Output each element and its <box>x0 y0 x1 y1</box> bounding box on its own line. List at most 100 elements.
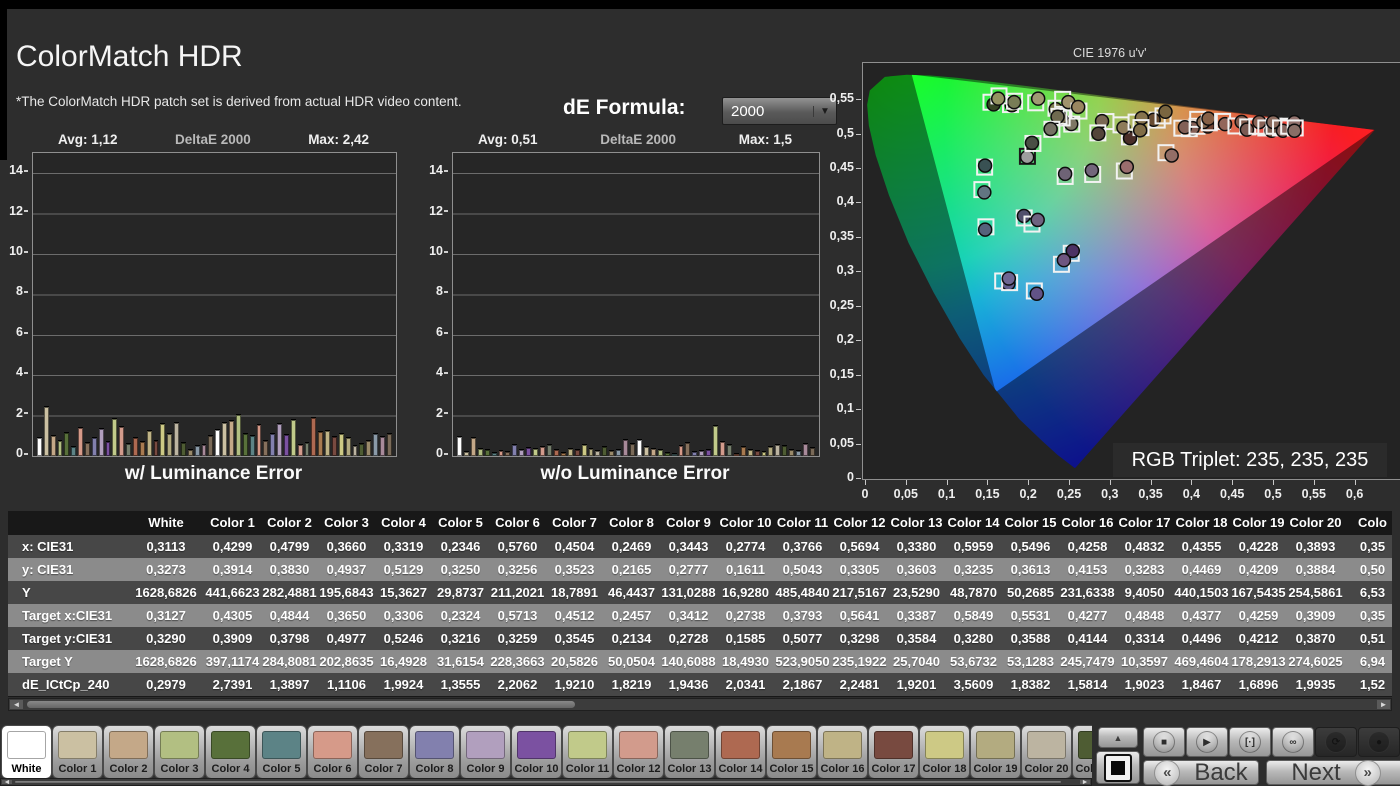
table-cell: 0,35 <box>1359 539 1386 554</box>
table-cell: 23,5290 <box>893 585 940 600</box>
bar <box>98 427 104 456</box>
patch-label: Color 2 <box>109 763 148 775</box>
y-axis-tick-label: 2 <box>422 406 448 420</box>
table-cell: 0,4277 <box>1067 608 1108 623</box>
patch-tab-color-8[interactable]: Color 8 <box>410 726 459 778</box>
bar <box>498 449 504 456</box>
table-column-header: Color 9 <box>666 515 711 530</box>
patch-label: Color 9 <box>466 763 505 775</box>
table-row: Target y:CIE31 0,3290 0,3909 0,3798 0,4977 0,… <box>8 627 1392 650</box>
patch-tab-color-10[interactable]: Color 10 <box>512 726 561 778</box>
table-scroll-right-icon[interactable]: ► <box>1377 700 1390 709</box>
stop-button[interactable]: ■ <box>1143 727 1185 757</box>
table-cell: 0,50 <box>1359 562 1386 577</box>
cie-y-tick-label: 0,15 <box>829 366 854 381</box>
table-cell: 0,3298 <box>839 631 880 646</box>
patch-swatch <box>1027 731 1066 759</box>
table-cell: 0,4504 <box>554 539 595 554</box>
table-scrollbar[interactable]: ◄ ► <box>8 698 1392 711</box>
table-cell: 0,4844 <box>269 608 310 623</box>
bar <box>761 450 767 456</box>
patch-tab-color-5[interactable]: Color 5 <box>257 726 306 778</box>
bar <box>553 448 559 456</box>
patch-tab-color-14[interactable]: Color 14 <box>716 726 765 778</box>
play-button[interactable]: ▶ <box>1186 727 1228 757</box>
table-cell: 0,3523 <box>554 562 595 577</box>
y-axis-tick-label: 2 <box>2 406 28 420</box>
patch-tab-color-2[interactable]: Color 2 <box>104 726 153 778</box>
bar <box>457 435 462 456</box>
table-cell: 0,3588 <box>1010 631 1051 646</box>
patch-tab-color-9[interactable]: Color 9 <box>461 726 510 778</box>
table-cell: 1,6896 <box>1238 677 1279 692</box>
patch-tab-color-3[interactable]: Color 3 <box>155 726 204 778</box>
bar <box>366 439 372 456</box>
patch-tab-color-16[interactable]: Color 16 <box>818 726 867 778</box>
bar <box>630 442 635 456</box>
strip-scroll-left-icon[interactable]: ◄ <box>2 779 12 786</box>
bar <box>588 447 594 456</box>
patch-swatch <box>466 731 505 759</box>
table-cell: 0,3870 <box>1295 631 1336 646</box>
patch-tab-color-7[interactable]: Color 7 <box>359 726 408 778</box>
chart2-caption: w/o Luminance Error <box>540 463 730 484</box>
patch-tab-color-13[interactable]: Color 13 <box>665 726 714 778</box>
table-cell: 29,8737 <box>437 585 484 600</box>
chart1-avg: Avg: 1,12 <box>58 132 118 147</box>
bar <box>519 448 525 456</box>
patch-swatch <box>619 731 658 759</box>
table-row-label: Target Y <box>22 654 73 669</box>
measure-button[interactable]: [·] <box>1229 727 1271 757</box>
table-row-label: Y <box>22 585 31 600</box>
patch-tab-color-1[interactable]: Color 1 <box>53 726 102 778</box>
table-scrollbar-thumb[interactable] <box>27 701 575 708</box>
table-cell: 0,4259 <box>1238 608 1279 623</box>
patch-tab-color-18[interactable]: Color 18 <box>920 726 969 778</box>
bar <box>359 442 365 456</box>
patch-tab-color-4[interactable]: Color 4 <box>206 726 255 778</box>
patch-window-button[interactable] <box>1096 751 1140 784</box>
patch-window-icon <box>1104 753 1132 782</box>
table-scroll-left-icon[interactable]: ◄ <box>10 700 23 709</box>
bar <box>602 445 608 456</box>
bar <box>153 439 159 456</box>
bar <box>242 432 248 456</box>
table-cell: 0,4305 <box>212 608 253 623</box>
chart1-caption: w/ Luminance Error <box>124 463 303 484</box>
back-button[interactable]: « Back <box>1143 759 1259 786</box>
table-column-header: Color 3 <box>324 515 369 530</box>
table-header-row: White Color 1 Color 2 Color 3 Color 4 Color 5… <box>8 511 1392 535</box>
strip-scroll-right-icon[interactable]: ► <box>1080 779 1090 786</box>
table-cell: 2,0341 <box>725 677 766 692</box>
patch-label: White <box>11 763 42 775</box>
collapse-up-button[interactable]: ▲ <box>1098 727 1138 748</box>
patch-tab-color-19[interactable]: Color 19 <box>971 726 1020 778</box>
patch-tab-color-12[interactable]: Color 12 <box>614 726 663 778</box>
table-cell: 0,3443 <box>668 539 709 554</box>
table-cell: 1,9201 <box>896 677 937 692</box>
table-cell: 0,5129 <box>383 562 424 577</box>
chart1-yaxis: 0 2 4 6 8 10 12 14 <box>0 152 30 460</box>
continuous-loop-button[interactable]: ∞ <box>1272 727 1314 757</box>
patch-tab-color-6[interactable]: Color 6 <box>308 726 357 778</box>
table-cell: 202,8635 <box>319 654 374 669</box>
cie-x-tick-label: 0,25 <box>1056 487 1082 501</box>
patch-tab-color-20[interactable]: Color 20 <box>1022 726 1071 778</box>
patch-label: Color 19 <box>973 763 1018 775</box>
patch-swatch <box>415 731 454 759</box>
patch-tab-white[interactable]: White <box>2 726 51 778</box>
table-cell: 0,4209 <box>1238 562 1279 577</box>
patch-tab-color-17[interactable]: Color 17 <box>869 726 918 778</box>
patch-strip-scrollbar-thumb[interactable] <box>15 781 1061 783</box>
patch-tab-color-11[interactable]: Color 11 <box>563 726 612 778</box>
dropdown-arrow-icon[interactable]: ▼ <box>813 105 836 117</box>
bar <box>733 452 739 456</box>
patch-tab-color-15[interactable]: Color 15 <box>767 726 816 778</box>
table-cell: 282,4881 <box>262 585 317 600</box>
table-cell: 0,35 <box>1359 608 1386 623</box>
patch-strip-scrollbar[interactable]: ◄ ► <box>0 778 1092 786</box>
bar <box>345 436 351 456</box>
chart2-bars <box>455 153 817 456</box>
bar <box>754 449 760 456</box>
next-button[interactable]: Next » <box>1266 759 1400 786</box>
